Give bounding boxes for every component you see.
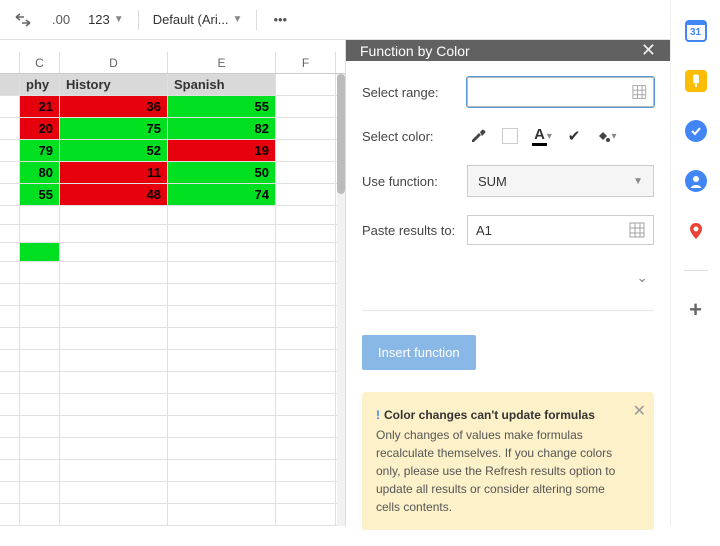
header-row: phy History Spanish bbox=[0, 74, 345, 96]
caret-down-icon: ▼ bbox=[233, 14, 243, 25]
table-row: 80 11 50 bbox=[0, 162, 345, 184]
function-select[interactable]: SUM▼ bbox=[467, 165, 654, 197]
close-icon[interactable]: ✕ bbox=[641, 40, 656, 61]
caret-down-icon: ▼ bbox=[114, 14, 124, 25]
insert-function-button[interactable]: Insert function bbox=[362, 335, 476, 370]
table-row bbox=[0, 394, 345, 416]
table-row: 55 48 74 bbox=[0, 184, 345, 206]
cell-header[interactable]: History bbox=[60, 74, 168, 95]
range-label: Select range: bbox=[362, 85, 457, 100]
grid-select-icon[interactable] bbox=[629, 222, 645, 238]
cell[interactable]: 80 bbox=[20, 162, 60, 183]
undo-redo-icon[interactable] bbox=[6, 9, 40, 31]
paste-label: Paste results to: bbox=[362, 223, 457, 238]
tasks-icon[interactable] bbox=[685, 120, 707, 142]
close-icon[interactable]: ✕ bbox=[633, 400, 646, 424]
sidebar-header: Function by Color ✕ bbox=[346, 40, 670, 61]
table-row bbox=[0, 306, 345, 328]
table-row bbox=[0, 243, 345, 262]
table-row bbox=[0, 438, 345, 460]
scrollbar[interactable] bbox=[337, 74, 345, 526]
caret-down-icon: ▼ bbox=[633, 176, 643, 187]
cell[interactable]: 48 bbox=[60, 184, 168, 205]
font-color-button[interactable]: A▾ bbox=[531, 125, 553, 147]
table-row bbox=[0, 262, 345, 284]
eyedropper-icon[interactable] bbox=[467, 125, 489, 147]
col-header[interactable]: F bbox=[276, 52, 336, 73]
check-icon[interactable]: ✔ bbox=[563, 125, 585, 147]
cell[interactable]: 74 bbox=[168, 184, 276, 205]
contacts-icon[interactable] bbox=[685, 170, 707, 192]
cell[interactable]: 21 bbox=[20, 96, 60, 117]
sidebar-panel: Function by Color ✕ Select range: Select… bbox=[345, 40, 670, 526]
maps-icon[interactable] bbox=[685, 220, 707, 242]
cell[interactable]: 82 bbox=[168, 118, 276, 139]
function-label: Use function: bbox=[362, 174, 457, 189]
cell-header[interactable]: Spanish bbox=[168, 74, 276, 95]
spreadsheet[interactable]: C D E F phy History Spanish 21 36 55 20 … bbox=[0, 40, 345, 526]
table-row bbox=[0, 504, 345, 526]
table-row bbox=[0, 416, 345, 438]
paint-bucket-button[interactable]: ▾ bbox=[595, 125, 617, 147]
app-rail: 31 + bbox=[670, 0, 720, 526]
cell[interactable]: 55 bbox=[168, 96, 276, 117]
cell-header[interactable]: phy bbox=[20, 74, 60, 95]
color-label: Select color: bbox=[362, 129, 457, 144]
more-button[interactable]: ••• bbox=[265, 8, 295, 31]
cell[interactable]: 75 bbox=[60, 118, 168, 139]
keep-icon[interactable] bbox=[685, 70, 707, 92]
col-header[interactable]: C bbox=[20, 52, 60, 73]
cell[interactable]: 11 bbox=[60, 162, 168, 183]
divider bbox=[362, 310, 654, 311]
fill-swatch[interactable] bbox=[499, 125, 521, 147]
cell[interactable]: 79 bbox=[20, 140, 60, 161]
add-icon[interactable]: + bbox=[685, 299, 707, 321]
table-row: 21 36 55 bbox=[0, 96, 345, 118]
cell[interactable]: 36 bbox=[60, 96, 168, 117]
column-headers: C D E F bbox=[0, 52, 345, 74]
col-header[interactable]: E bbox=[168, 52, 276, 73]
col-header[interactable]: D bbox=[60, 52, 168, 73]
toolbar: .00 123▼ Default (Ari...▼ ••• bbox=[0, 0, 720, 40]
range-field[interactable] bbox=[474, 85, 632, 100]
table-row bbox=[0, 460, 345, 482]
table-row bbox=[0, 225, 345, 244]
chevron-down-icon[interactable]: ⌄ bbox=[636, 269, 648, 285]
cell[interactable]: 55 bbox=[20, 184, 60, 205]
scroll-thumb[interactable] bbox=[337, 74, 345, 194]
table-row bbox=[0, 328, 345, 350]
table-row: 79 52 19 bbox=[0, 140, 345, 162]
table-row bbox=[0, 350, 345, 372]
paste-input[interactable]: A1 bbox=[467, 215, 654, 245]
info-box: ✕ !Color changes can't update formulas O… bbox=[362, 392, 654, 530]
table-row bbox=[0, 372, 345, 394]
table-row bbox=[0, 284, 345, 306]
font-dropdown[interactable]: Default (Ari...▼ bbox=[147, 8, 249, 31]
table-row bbox=[0, 206, 345, 225]
divider bbox=[256, 10, 257, 30]
info-icon: ! bbox=[376, 408, 380, 422]
cell[interactable]: 50 bbox=[168, 162, 276, 183]
cell[interactable]: 19 bbox=[168, 140, 276, 161]
cell[interactable]: 52 bbox=[60, 140, 168, 161]
number-format-dropdown[interactable]: 123▼ bbox=[82, 8, 130, 31]
range-input[interactable] bbox=[467, 77, 654, 107]
cell[interactable]: 20 bbox=[20, 118, 60, 139]
table-row: 20 75 82 bbox=[0, 118, 345, 140]
calendar-icon[interactable]: 31 bbox=[685, 20, 707, 42]
cell[interactable] bbox=[20, 243, 60, 261]
table-row bbox=[0, 482, 345, 504]
info-body: Only changes of values make formulas rec… bbox=[376, 428, 615, 514]
grid-select-icon[interactable] bbox=[632, 84, 647, 100]
decimal-decrease-button[interactable]: .00 bbox=[44, 8, 78, 31]
divider bbox=[138, 10, 139, 30]
sidebar-title: Function by Color bbox=[360, 43, 470, 59]
